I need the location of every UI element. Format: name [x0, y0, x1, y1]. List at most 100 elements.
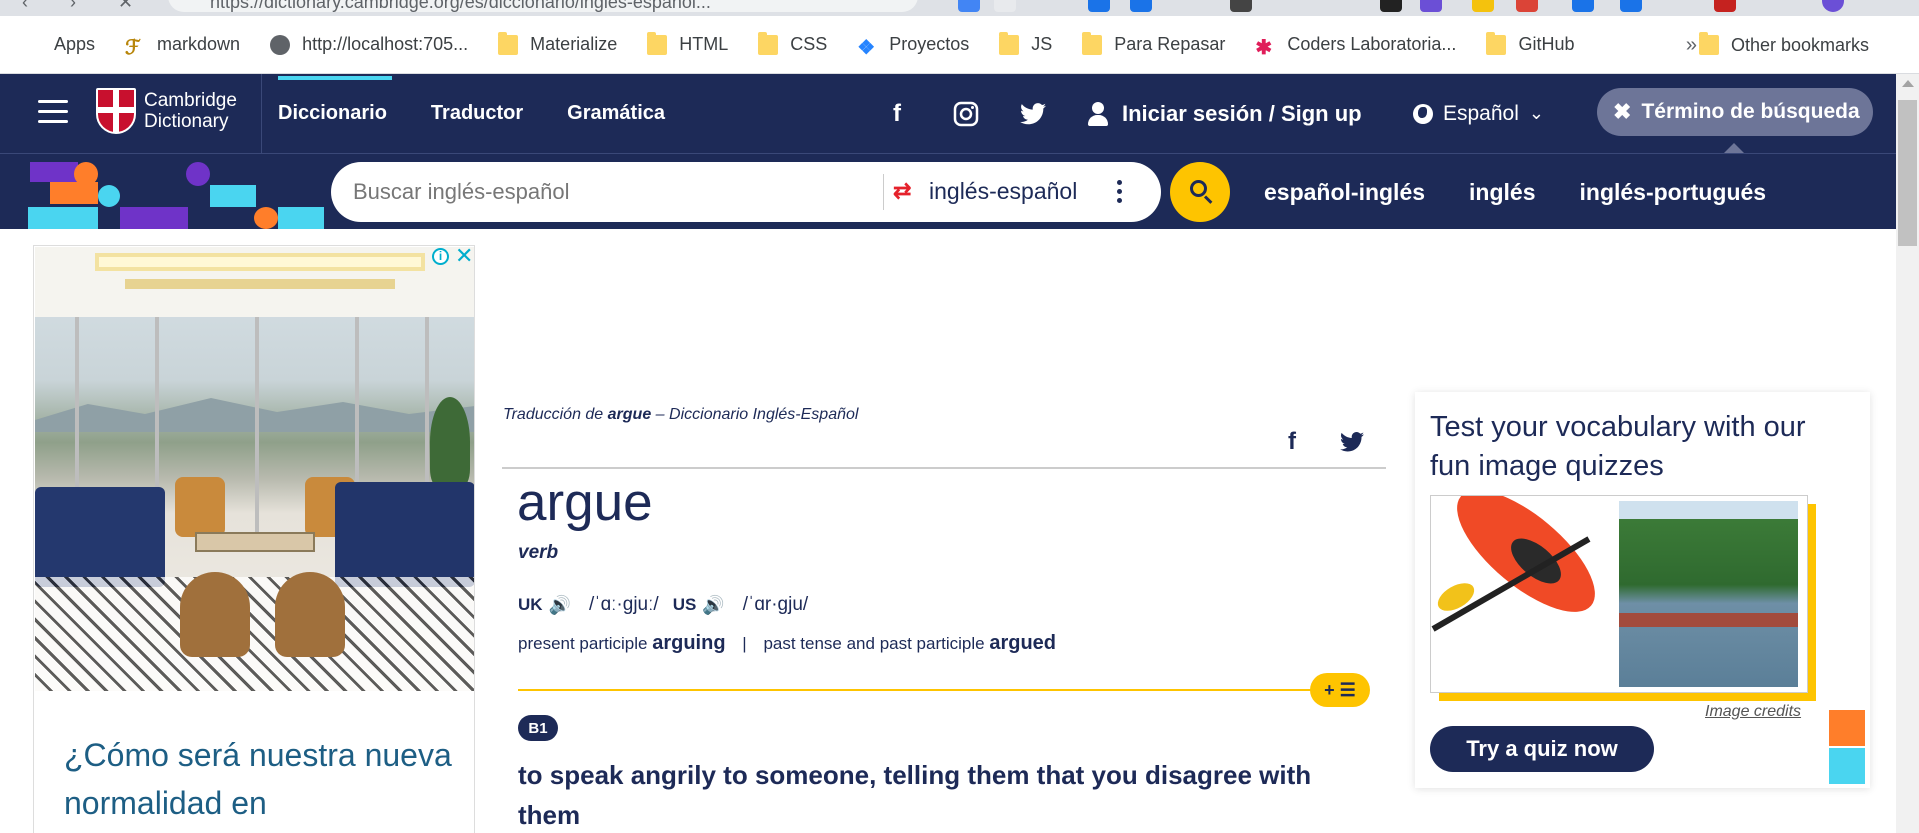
extension-icon[interactable]	[1516, 0, 1538, 12]
bookmark-label: Coders Laboratoria...	[1287, 34, 1457, 54]
link-espanol-ingles[interactable]: español-inglés	[1264, 179, 1425, 206]
bookmark-other[interactable]: Other bookmarks	[1698, 16, 1869, 74]
stop-icon[interactable]: ✕	[118, 0, 133, 13]
extension-icon[interactable]	[1088, 0, 1110, 12]
present-participle: arguing	[652, 632, 726, 654]
cambridge-logo[interactable]: Cambridge Dictionary	[96, 88, 237, 134]
close-icon: ✖	[1613, 99, 1632, 124]
barge-image[interactable]	[1619, 501, 1798, 687]
facebook-icon[interactable]: f	[893, 74, 901, 153]
link-ingles[interactable]: inglés	[1469, 179, 1535, 206]
separator: |	[742, 634, 747, 653]
bookmark-js[interactable]: JS	[999, 31, 1053, 55]
try-quiz-button[interactable]: Try a quiz now	[1430, 726, 1654, 772]
search-box: ⇄ inglés-español	[331, 162, 1161, 222]
twitter-icon[interactable]	[1020, 74, 1046, 153]
scroll-up-icon[interactable]	[1902, 80, 1914, 87]
bookmark-label: CSS	[790, 34, 828, 54]
facebook-share-icon[interactable]: f	[1288, 428, 1296, 456]
bookmark-label: HTML	[679, 34, 729, 54]
divider	[883, 174, 884, 210]
browser-window: { "browser": { "url": "https://dictionar…	[0, 0, 1919, 833]
speaker-icon[interactable]: 🔊	[702, 595, 724, 616]
close-icon[interactable]: ✕	[455, 243, 473, 269]
bookmarks-overflow-button[interactable]: »	[1686, 34, 1697, 57]
us-ipa: /ˈɑr·gju/	[742, 594, 809, 615]
quiz-card: Test your vocabulary with our fun image …	[1415, 392, 1870, 788]
image-credits-link[interactable]: Image credits	[1705, 703, 1801, 721]
nav-traductor[interactable]: Traductor	[431, 102, 523, 125]
ad-headline: ¿Cómo será nuestra nueva normalidad en	[64, 737, 452, 821]
definition: to speak angrily to someone, telling the…	[518, 760, 1312, 830]
address-url[interactable]: https://dictionary.cambridge.org/es/dicc…	[210, 0, 711, 13]
add-to-wordlist-button[interactable]: + ☰	[1310, 673, 1370, 707]
scroll-thumb[interactable]	[1898, 100, 1917, 246]
search-term-button[interactable]: ✖ Término de búsqueda	[1597, 88, 1873, 136]
nav-gramatica[interactable]: Gramática	[567, 102, 665, 125]
swap-arrows-icon[interactable]: ⇄	[893, 180, 917, 204]
bookmark-label: JS	[1031, 34, 1053, 54]
signin-link[interactable]: Iniciar sesión / Sign up	[1088, 74, 1362, 153]
extension-icon[interactable]	[1130, 0, 1152, 12]
extension-icon[interactable]	[1420, 0, 1442, 12]
bookmark-css[interactable]: CSS	[758, 31, 828, 55]
folder-icon	[498, 31, 519, 55]
extension-icon[interactable]	[994, 0, 1016, 12]
decoration	[28, 207, 98, 229]
bookmark-label: Proyectos	[889, 34, 970, 54]
bookmark-proyectos[interactable]: ❖ Proyectos	[857, 34, 970, 59]
more-options-icon[interactable]	[1117, 180, 1123, 204]
twitter-share-icon[interactable]	[1340, 432, 1364, 452]
bookmark-label: http://localhost:705...	[302, 34, 469, 54]
bookmarks-bar: Apps ℱ markdown http://localhost:705... …	[0, 16, 1919, 74]
past-form: argued	[989, 632, 1057, 654]
extension-icon[interactable]	[1472, 0, 1494, 12]
extension-icon[interactable]	[958, 0, 980, 12]
dictionary-direction[interactable]: inglés-español	[929, 178, 1077, 205]
shield-icon	[96, 88, 136, 134]
ad-image	[35, 247, 474, 691]
menu-icon[interactable]	[38, 100, 68, 124]
folder-icon	[647, 31, 668, 55]
folder-icon	[1082, 31, 1103, 55]
decoration	[278, 207, 324, 229]
bookmark-html[interactable]: HTML	[647, 31, 729, 55]
extension-icon[interactable]	[1714, 0, 1736, 12]
decoration	[1829, 748, 1865, 784]
bookmark-coders[interactable]: ✱ Coders Laboratoria...	[1255, 34, 1457, 59]
search-input[interactable]	[353, 179, 873, 205]
globe-icon	[1413, 103, 1433, 124]
decoration	[210, 185, 256, 207]
us-label: US	[672, 595, 697, 614]
speaker-icon[interactable]: 🔊	[549, 595, 571, 616]
back-icon[interactable]: ‹	[22, 0, 28, 13]
forward-icon[interactable]: ›	[70, 0, 76, 13]
decoration	[254, 207, 278, 229]
nav-diccionario[interactable]: Diccionario	[278, 76, 392, 125]
bookmark-apps[interactable]: Apps	[22, 34, 95, 55]
extension-icon[interactable]	[1380, 0, 1402, 12]
extension-icon[interactable]	[1620, 0, 1642, 12]
instagram-icon[interactable]	[953, 74, 979, 153]
advertisement[interactable]: ¿Cómo será nuestra nueva normalidad en	[33, 245, 475, 833]
profile-avatar[interactable]	[1822, 0, 1844, 12]
bookmark-para-repasar[interactable]: Para Repasar	[1082, 31, 1225, 55]
search-button[interactable]	[1170, 162, 1230, 222]
bookmark-localhost[interactable]: http://localhost:705...	[270, 34, 468, 55]
extension-icon[interactable]	[1572, 0, 1594, 12]
search-term-label: Término de búsqueda	[1641, 100, 1860, 123]
scrollbar[interactable]	[1896, 74, 1919, 833]
decoration	[30, 162, 78, 182]
info-icon[interactable]: i	[432, 248, 449, 265]
divider	[261, 74, 262, 153]
folder-icon	[999, 31, 1020, 55]
bookmark-markdown[interactable]: ℱ markdown	[125, 34, 240, 59]
language-selector[interactable]: Español ⌄	[1413, 74, 1544, 153]
signin-label: Iniciar sesión / Sign up	[1122, 100, 1362, 126]
link-ingles-portugues[interactable]: inglés-portugués	[1580, 179, 1767, 206]
extension-icon[interactable]	[1230, 0, 1252, 12]
kayak-image[interactable]	[1431, 496, 1614, 692]
bookmark-materialize[interactable]: Materialize	[498, 31, 617, 55]
bookmark-github[interactable]: GitHub	[1486, 31, 1574, 55]
folder-icon	[758, 31, 779, 55]
